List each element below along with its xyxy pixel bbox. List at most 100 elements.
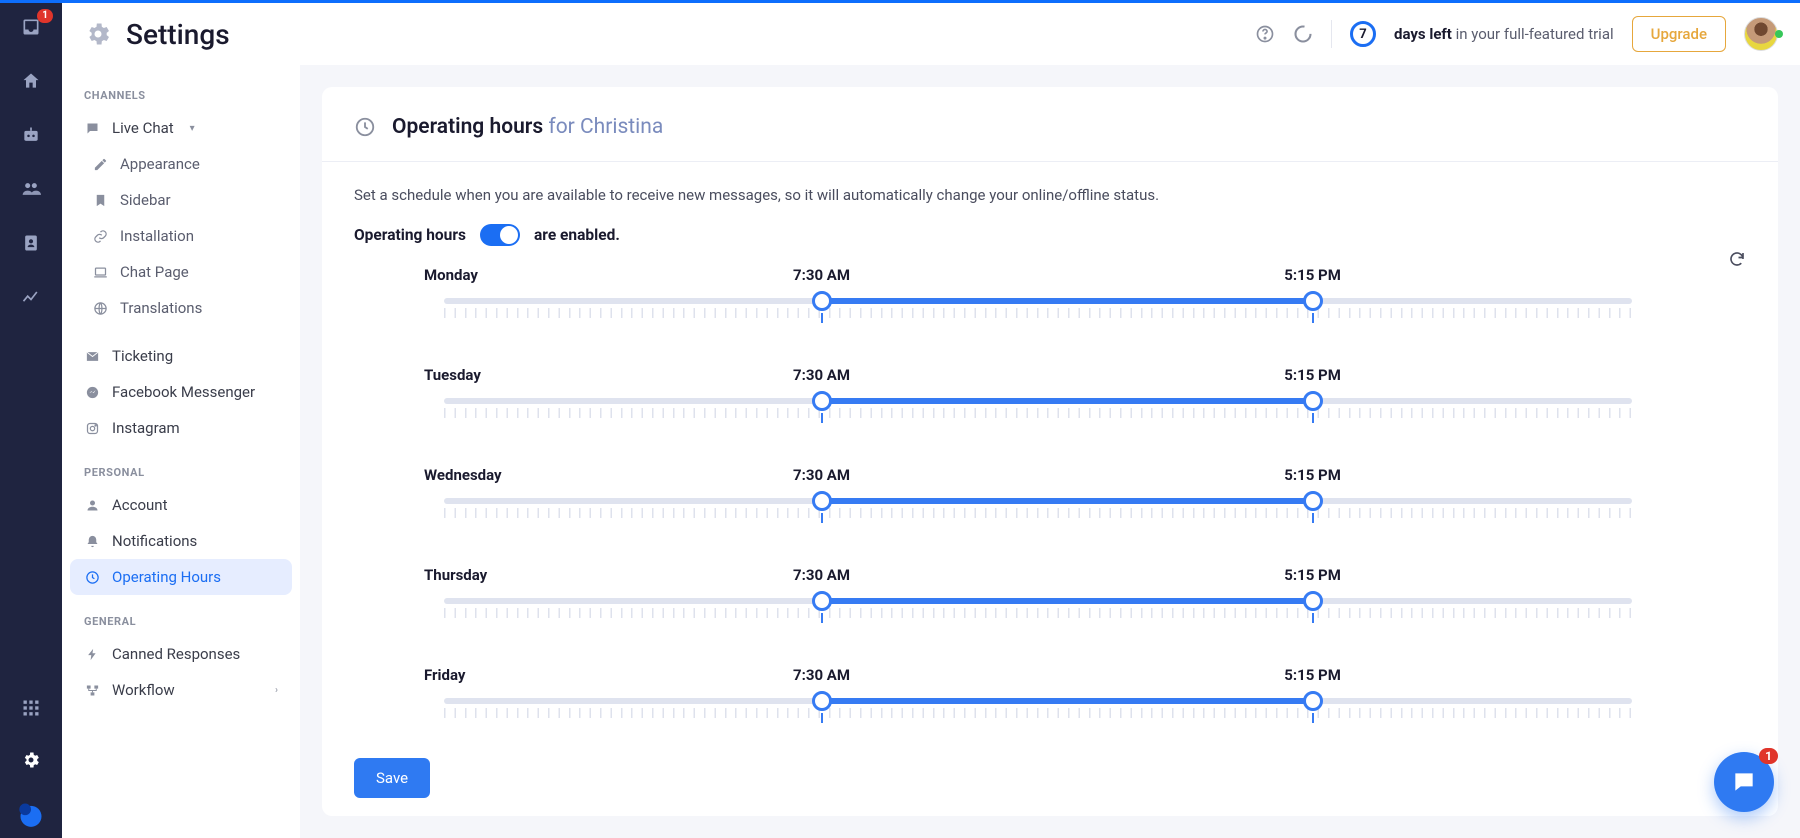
- day-name: Tuesday: [424, 366, 554, 384]
- day-end-time: 5:15 PM: [1284, 666, 1341, 684]
- slider-handle-start[interactable]: [812, 691, 832, 711]
- day-start-time: 7:30 AM: [793, 566, 850, 584]
- refresh-icon[interactable]: [1728, 250, 1746, 272]
- laptop-icon: [92, 264, 108, 280]
- days-left-badge: 7: [1350, 21, 1376, 47]
- rail-analytics[interactable]: [19, 285, 43, 309]
- bell-icon: [84, 533, 100, 549]
- day-start-time: 7:30 AM: [793, 366, 850, 384]
- day-name: Wednesday: [424, 466, 554, 484]
- sidebar-item-label: Workflow: [112, 681, 175, 699]
- page-title: Settings: [126, 18, 230, 51]
- day-name: Friday: [424, 666, 554, 684]
- slider-handle-end[interactable]: [1303, 591, 1323, 611]
- sidebar-item-appearance[interactable]: Appearance: [70, 146, 292, 182]
- sidebar-item-label: Facebook Messenger: [112, 383, 255, 401]
- avatar[interactable]: [1744, 17, 1778, 51]
- status-dot: [1775, 30, 1783, 38]
- clock-icon: [354, 116, 376, 138]
- sidebar-item-operating-hours[interactable]: Operating Hours: [70, 559, 292, 595]
- day-end-time: 5:15 PM: [1284, 466, 1341, 484]
- sidebar-item-installation[interactable]: Installation: [70, 218, 292, 254]
- slider-handle-start[interactable]: [812, 391, 832, 411]
- toggle-label: Operating hours: [354, 226, 466, 244]
- time-slider[interactable]: [424, 692, 1632, 720]
- time-slider[interactable]: [424, 292, 1632, 320]
- time-slider[interactable]: [424, 492, 1632, 520]
- rail-bot[interactable]: [19, 123, 43, 147]
- day-row: Friday 7:30 AM 5:15 PM: [424, 666, 1632, 720]
- sidebar-item-label: Ticketing: [112, 347, 173, 365]
- sidebar-item-live-chat[interactable]: Live Chat ▾: [70, 110, 292, 146]
- header-divider: [1331, 20, 1332, 48]
- sidebar-item-label: Translations: [120, 299, 202, 317]
- slider-handle-end[interactable]: [1303, 291, 1323, 311]
- rail-inbox[interactable]: 1: [19, 15, 43, 39]
- sidebar-item-workflow[interactable]: Workflow ›: [70, 672, 292, 708]
- time-slider[interactable]: [424, 392, 1632, 420]
- sidebar-item-label: Account: [112, 496, 168, 514]
- day-name: Thursday: [424, 566, 554, 584]
- rail-logo: [17, 800, 45, 828]
- sidebar-item-label: Chat Page: [120, 263, 189, 281]
- slider-handle-start[interactable]: [812, 591, 832, 611]
- sidebar-item-label: Installation: [120, 227, 194, 245]
- sidebar-item-account[interactable]: Account: [70, 487, 292, 523]
- top-loading-bar: [0, 0, 1800, 3]
- sidebar-item-label: Canned Responses: [112, 645, 240, 663]
- chevron-right-icon: ›: [275, 685, 278, 696]
- sidebar-item-sidebar[interactable]: Sidebar: [70, 182, 292, 218]
- clock-icon: [84, 569, 100, 585]
- fab-badge: 1: [1759, 748, 1778, 764]
- toggle-state: are enabled.: [534, 226, 620, 244]
- slider-handle-end[interactable]: [1303, 391, 1323, 411]
- help-icon[interactable]: [1255, 24, 1275, 44]
- sidebar-item-canned[interactable]: Canned Responses: [70, 636, 292, 672]
- slider-handle-end[interactable]: [1303, 491, 1323, 511]
- mail-icon: [84, 348, 100, 364]
- day-row: Monday 7:30 AM 5:15 PM: [424, 266, 1632, 320]
- sidebar-item-label: Notifications: [112, 532, 197, 550]
- link-icon: [92, 228, 108, 244]
- sidebar-item-chat-page[interactable]: Chat Page: [70, 254, 292, 290]
- rail-people[interactable]: [19, 177, 43, 201]
- activity-icon[interactable]: [1293, 24, 1313, 44]
- slider-handle-end[interactable]: [1303, 691, 1323, 711]
- rail-home[interactable]: [19, 69, 43, 93]
- slider-handle-start[interactable]: [812, 491, 832, 511]
- workflow-icon: [84, 682, 100, 698]
- section-personal: PERSONAL: [70, 462, 292, 487]
- day-end-time: 5:15 PM: [1284, 266, 1341, 284]
- sidebar-item-ticketing[interactable]: Ticketing: [70, 338, 292, 374]
- chat-icon: [84, 120, 100, 136]
- operating-hours-toggle[interactable]: [480, 224, 520, 246]
- sidebar-item-label: Live Chat: [112, 119, 174, 137]
- sidebar-item-label: Instagram: [112, 419, 180, 437]
- pencil-icon: [92, 156, 108, 172]
- main-content: Operating hours for Christina Set a sche…: [300, 65, 1800, 838]
- rail-apps[interactable]: [19, 696, 43, 720]
- sidebar-item-fbm[interactable]: Facebook Messenger: [70, 374, 292, 410]
- slider-handle-start[interactable]: [812, 291, 832, 311]
- left-rail: 1: [0, 3, 62, 838]
- upgrade-button[interactable]: Upgrade: [1632, 16, 1726, 52]
- sidebar-item-label: Sidebar: [120, 191, 171, 209]
- sidebar-item-instagram[interactable]: Instagram: [70, 410, 292, 446]
- messenger-icon: [84, 384, 100, 400]
- rail-settings[interactable]: [19, 748, 43, 772]
- section-channels: CHANNELS: [70, 85, 292, 110]
- day-row: Wednesday 7:30 AM 5:15 PM: [424, 466, 1632, 520]
- save-button[interactable]: Save: [354, 758, 430, 798]
- header: Settings 7 days left in your full-featur…: [62, 3, 1800, 65]
- chat-fab[interactable]: 1: [1714, 752, 1774, 812]
- sidebar-item-notifications[interactable]: Notifications: [70, 523, 292, 559]
- card-title: Operating hours for Christina: [392, 115, 663, 139]
- trial-text: days left in your full-featured trial: [1394, 25, 1614, 43]
- day-start-time: 7:30 AM: [793, 266, 850, 284]
- sidebar-item-translations[interactable]: Translations: [70, 290, 292, 326]
- section-general: GENERAL: [70, 611, 292, 636]
- time-slider[interactable]: [424, 592, 1632, 620]
- rail-contacts[interactable]: [19, 231, 43, 255]
- instagram-icon: [84, 420, 100, 436]
- chevron-down-icon: ▾: [190, 123, 195, 134]
